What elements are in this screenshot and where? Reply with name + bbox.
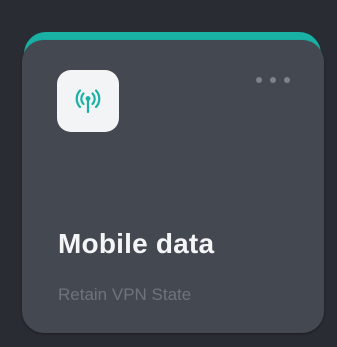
more-horizontal-icon-dot [270, 77, 276, 83]
more-horizontal-icon-dot [256, 77, 262, 83]
mobile-data-tile[interactable]: Mobile data Retain VPN State [22, 40, 324, 333]
screen: Mobile data Retain VPN State [0, 0, 337, 347]
tile-subtitle: Retain VPN State [58, 285, 192, 304]
cell-tower-icon [75, 89, 101, 114]
tile-icon-container [57, 70, 119, 132]
more-options-button[interactable] [256, 71, 290, 89]
more-horizontal-icon-dot [284, 77, 290, 83]
tile-title: Mobile data [58, 228, 215, 259]
